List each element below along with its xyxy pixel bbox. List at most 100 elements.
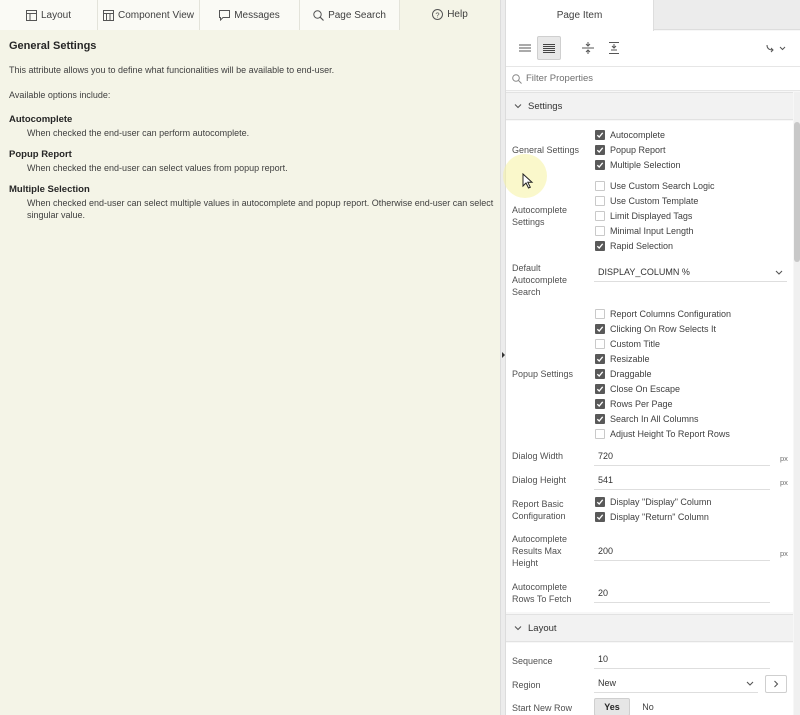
default-autocomplete-search-label: Default Autocomplete Search [512,263,568,297]
checkbox-box[interactable] [595,240,605,251]
list-all-icon [543,43,555,53]
help-term-multiple-selection: Multiple Selection [9,184,90,195]
checkbox-clicking-on-row-selects-it[interactable]: Clicking On Row Selects It [595,321,716,336]
default-autocomplete-search-select[interactable]: DISPLAY_COLUMN % [594,262,787,282]
checkbox-display-display-column[interactable]: Display "Display" Column [595,494,711,509]
checkbox-box[interactable] [595,159,605,170]
checkbox-box[interactable] [595,308,605,319]
ac-rows-fetch-input[interactable]: 20 [594,583,770,603]
tab-messages[interactable]: Messages [200,0,300,30]
checkbox-rows-per-page[interactable]: Rows Per Page [595,396,673,411]
dialog-width-label: Dialog Width [512,451,564,461]
checkbox-use-custom-template[interactable]: Use Custom Template [595,193,698,208]
tab-page-search[interactable]: Page Search [300,0,400,30]
tab-help[interactable]: ? Help [400,0,500,30]
checkbox-multiple-selection[interactable]: Multiple Selection [595,157,681,172]
group-layout-body: Sequence 10 Region New Start New Row Yes… [506,643,793,715]
checkbox-box[interactable] [595,338,605,349]
checkbox-box[interactable] [595,210,605,221]
checkbox-label: Display "Display" Column [610,496,712,507]
checkbox-limit-displayed-tags[interactable]: Limit Displayed Tags [595,208,692,223]
checkbox-box[interactable] [595,225,605,236]
default-autocomplete-search-value: DISPLAY_COLUMN % [598,266,690,277]
tab-layout[interactable]: Layout [0,0,98,30]
checkbox-box[interactable] [595,413,605,424]
checkbox-box[interactable] [595,353,605,364]
sequence-input[interactable]: 10 [594,649,770,669]
start-new-row-yes[interactable]: Yes [594,698,630,715]
checkbox-label: Adjust Height To Report Rows [610,428,730,439]
dialog-height-input[interactable]: 541 [594,470,770,490]
checkbox-report-columns-configuration[interactable]: Report Columns Configuration [595,306,731,321]
group-settings-header[interactable]: Settings [506,92,793,120]
checkbox-custom-title[interactable]: Custom Title [595,336,660,351]
tab-component-view[interactable]: Component View [98,0,200,30]
collapse-arrow-icon[interactable] [502,352,505,358]
ac-max-height-input[interactable]: 200 [594,541,770,561]
checkbox-label: Minimal Input Length [610,225,694,236]
checkbox-box[interactable] [595,144,605,155]
checkbox-autocomplete[interactable]: Autocomplete [595,127,665,142]
tab-component-view-label: Component View [118,9,194,21]
show-common-button[interactable] [513,36,537,60]
help-panel: Layout Component View Messages Page Sear… [0,0,500,715]
checkbox-label: Draggable [610,368,652,379]
show-all-button[interactable] [537,36,561,60]
group-settings-body: General Settings Autocomplete Popup Repo… [506,121,793,612]
checkbox-box[interactable] [595,180,605,191]
tab-page-search-label: Page Search [328,9,386,21]
go-to-group-menu[interactable] [762,36,790,60]
checkbox-search-in-all-columns[interactable]: Search In All Columns [595,411,699,426]
checkbox-label: Search In All Columns [610,413,699,424]
mouse-cursor-icon [522,172,534,189]
dialog-width-input[interactable]: 720 [594,446,770,466]
checkbox-box[interactable] [595,129,605,140]
region-go-button[interactable] [765,675,787,693]
expand-all-button[interactable] [602,36,626,60]
checkbox-box[interactable] [595,428,605,439]
checkbox-close-on-escape[interactable]: Close On Escape [595,381,680,396]
checkbox-box[interactable] [595,398,605,409]
scrollbar-thumb[interactable] [794,122,800,262]
checkbox-draggable[interactable]: Draggable [595,366,652,381]
chevron-down-icon [775,268,783,278]
start-new-row-toggle: Yes No [594,698,674,715]
help-term-popup-report: Popup Report [9,149,72,160]
start-new-row-no[interactable]: No [630,698,666,715]
checkbox-label: Rows Per Page [610,398,673,409]
help-intro: This attribute allows you to define what… [9,65,335,75]
checkbox-box[interactable] [595,368,605,379]
help-term-autocomplete: Autocomplete [9,114,73,125]
checkbox-box[interactable] [595,195,605,206]
ac-rows-fetch-label: Autocomplete Rows To Fetch [512,582,572,604]
checkbox-label: Popup Report [610,144,666,155]
checkbox-label: Close On Escape [610,383,681,394]
checkbox-box[interactable] [595,383,605,394]
checkbox-use-custom-search-logic[interactable]: Use Custom Search Logic [595,178,715,193]
checkbox-display-return-column[interactable]: Display "Return" Column [595,509,709,524]
ac-max-height-label: Autocomplete Results Max Height [512,534,568,568]
checkbox-label: Multiple Selection [610,159,681,170]
filter-properties-input[interactable] [526,73,776,84]
search-icon [313,9,325,21]
checkbox-popup-report[interactable]: Popup Report [595,142,666,157]
layout-icon [25,9,37,21]
list-icon [519,44,531,52]
group-layout-header[interactable]: Layout [506,614,793,642]
help-title: General Settings [9,40,97,52]
chevron-down-icon [514,624,522,632]
tab-page-item[interactable]: Page Item [506,0,654,31]
tab-messages-label: Messages [234,9,280,21]
property-list: Settings General Settings Autocomplete P… [506,92,793,715]
checkbox-minimal-input-length[interactable]: Minimal Input Length [595,223,694,238]
checkbox-box[interactable] [595,496,605,507]
region-select[interactable]: New [594,673,758,693]
collapse-all-button[interactable] [576,36,600,60]
checkbox-box[interactable] [595,323,605,334]
checkbox-resizable[interactable]: Resizable [595,351,650,366]
checkbox-adjust-height-to-report-rows[interactable]: Adjust Height To Report Rows [595,426,730,441]
property-scrollbar[interactable] [794,92,800,715]
checkbox-rapid-selection[interactable]: Rapid Selection [595,238,673,253]
popup-settings-label: Popup Settings [512,369,574,379]
checkbox-box[interactable] [595,511,605,522]
